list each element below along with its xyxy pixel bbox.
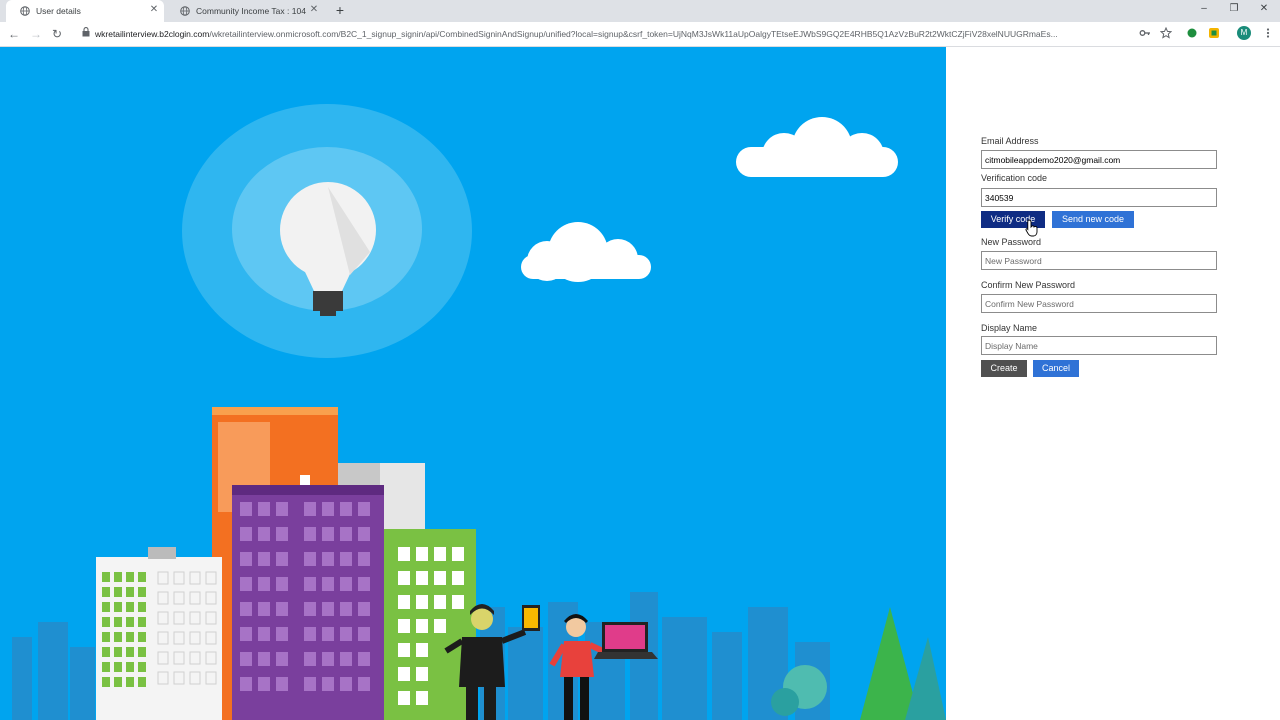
cursor-icon [1025, 219, 1038, 237]
new-password-label: New Password [981, 237, 1042, 247]
reload-icon[interactable]: ↻ [50, 27, 64, 41]
globe-icon [20, 6, 30, 16]
extension-icon[interactable] [1208, 27, 1220, 39]
close-icon[interactable]: ✕ [308, 4, 320, 15]
forward-icon[interactable]: → [29, 27, 43, 41]
cloud-icon [521, 222, 651, 282]
cancel-button[interactable]: Cancel [1033, 360, 1079, 377]
key-icon[interactable] [1139, 27, 1151, 39]
send-new-code-button[interactable]: Send new code [1052, 211, 1134, 228]
cloud-icon [736, 117, 898, 177]
restore-icon[interactable]: ❐ [1226, 3, 1242, 14]
close-icon[interactable]: ✕ [148, 4, 160, 15]
menu-icon[interactable] [1262, 27, 1274, 39]
profile-avatar[interactable]: M [1237, 26, 1251, 40]
signup-form: Email Address Verification code Verify c… [946, 47, 1280, 720]
display-name-label: Display Name [981, 323, 1038, 333]
window-close-icon[interactable]: ✕ [1256, 3, 1272, 14]
background-illustration [0, 47, 946, 720]
new-tab-button[interactable]: + [333, 2, 347, 18]
verification-code-label: Verification code [981, 173, 1048, 183]
star-icon[interactable] [1160, 27, 1172, 39]
extension-icon[interactable] [1186, 27, 1198, 39]
globe-icon [180, 6, 190, 16]
tab-title: Community Income Tax : 1040 In [196, 6, 306, 16]
tab-user-details[interactable]: User details ✕ [6, 0, 164, 22]
minimize-icon[interactable]: – [1196, 3, 1212, 14]
verification-code-field[interactable] [981, 188, 1217, 207]
display-name-field[interactable] [981, 336, 1217, 355]
lock-icon [82, 27, 90, 37]
url-path: /wkretailinterview.onmicrosoft.com/B2C_1… [209, 29, 1058, 39]
city-illustration [12, 104, 946, 720]
create-button[interactable]: Create [981, 360, 1027, 377]
email-field[interactable] [981, 150, 1217, 169]
tab-title: User details [36, 6, 81, 16]
confirm-password-field[interactable] [981, 294, 1217, 313]
tab-strip: User details ✕ Community Income Tax : 10… [0, 0, 1280, 22]
url-text[interactable]: wkretailinterview.b2clogin.com/wkretaili… [95, 29, 1135, 39]
email-label: Email Address [981, 136, 1039, 146]
new-password-field[interactable] [981, 251, 1217, 270]
confirm-password-label: Confirm New Password [981, 280, 1076, 290]
back-icon[interactable]: ← [7, 27, 21, 41]
tab-community-income-tax[interactable]: Community Income Tax : 1040 In ✕ [166, 0, 326, 22]
url-host: wkretailinterview.b2clogin.com [95, 29, 210, 39]
